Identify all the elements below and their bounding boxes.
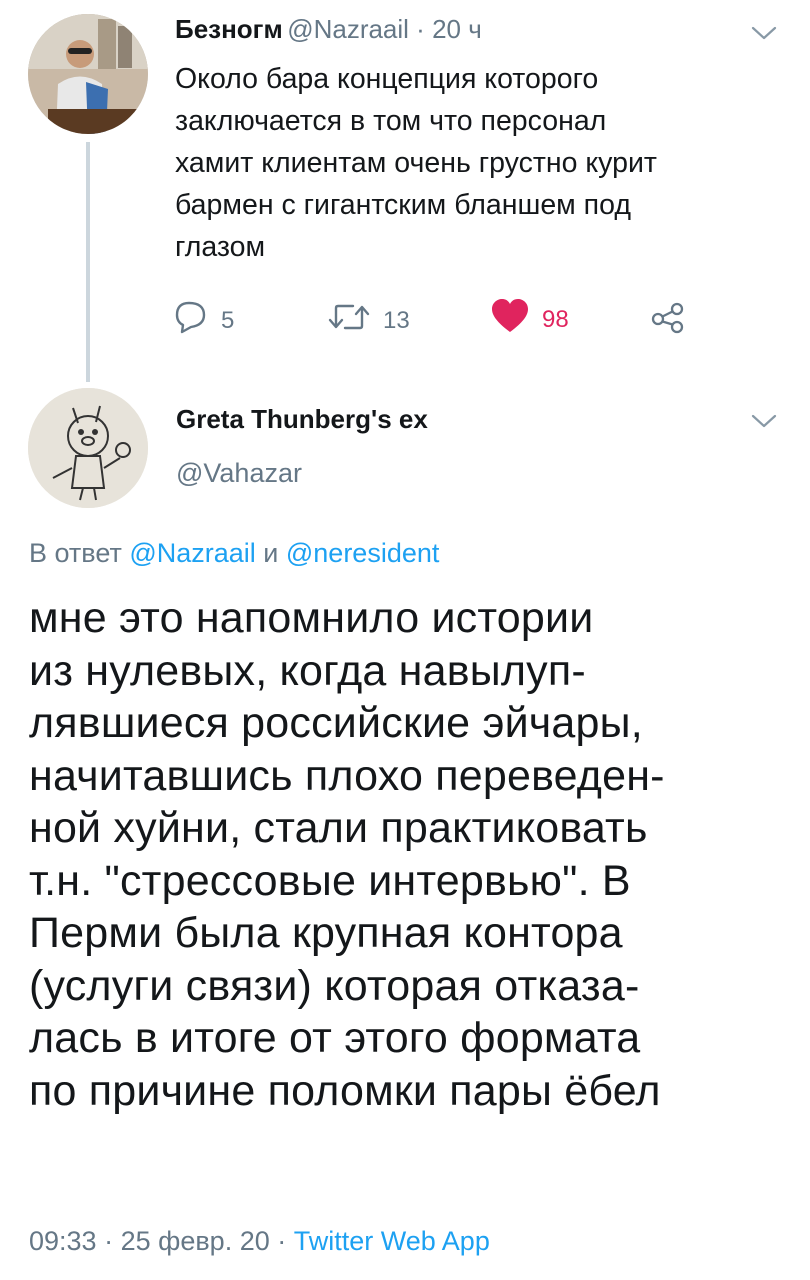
reply-icon [173,300,209,341]
tweet2-handle[interactable]: @Vahazar [176,458,302,489]
tweet-date: 25 февр. 20 [120,1226,270,1256]
display-name[interactable]: Безногм [175,14,283,44]
retweet-button[interactable]: 13 [327,300,410,341]
tweet-text: мне это напомнило истории из нулевых, ко… [29,594,665,1115]
reply-prefix: В ответ [29,538,130,568]
tweet-text: Около бара концепция которого заключаетс… [175,63,657,263]
separator: · [269,1226,294,1256]
retweet-count: 13 [383,306,410,334]
display-name[interactable]: Greta Thunberg's ex [176,404,428,434]
reply-user-link[interactable]: @neresident [286,538,440,568]
reply-context: В ответ @Nazraail и @neresident [29,538,439,569]
like-count: 98 [542,305,569,333]
retweet-icon [327,300,371,341]
chevron-down-icon[interactable] [750,412,778,435]
reply-button[interactable]: 5 [173,300,234,341]
handle[interactable]: @Nazraail [287,14,409,44]
heart-icon [490,298,530,341]
tweet1-header: Безногм @Nazraail · 20 ч [175,14,482,45]
reply-user-link[interactable]: @Nazraail [129,538,255,568]
like-button[interactable]: 98 [490,298,569,341]
avatar-drawing [28,388,148,508]
thread-line [86,142,90,382]
reply-and: и [255,538,286,568]
tweet-footer: 09:33 · 25 февр. 20 · Twitter Web App [29,1226,490,1257]
separator: · [408,14,433,44]
avatar-photo [28,14,148,134]
separator: · [96,1226,121,1256]
avatar-beznogm[interactable] [28,14,148,134]
tweet-source-link[interactable]: Twitter Web App [294,1226,490,1256]
tweet-time: 09:33 [29,1226,97,1256]
chevron-down-icon[interactable] [750,24,778,47]
tweet2-display-name[interactable]: Greta Thunberg's ex [176,404,428,435]
reply-count: 5 [221,306,235,334]
share-icon[interactable] [650,302,686,339]
avatar-vahazar[interactable] [28,388,148,508]
timestamp[interactable]: 20 ч [432,14,482,44]
